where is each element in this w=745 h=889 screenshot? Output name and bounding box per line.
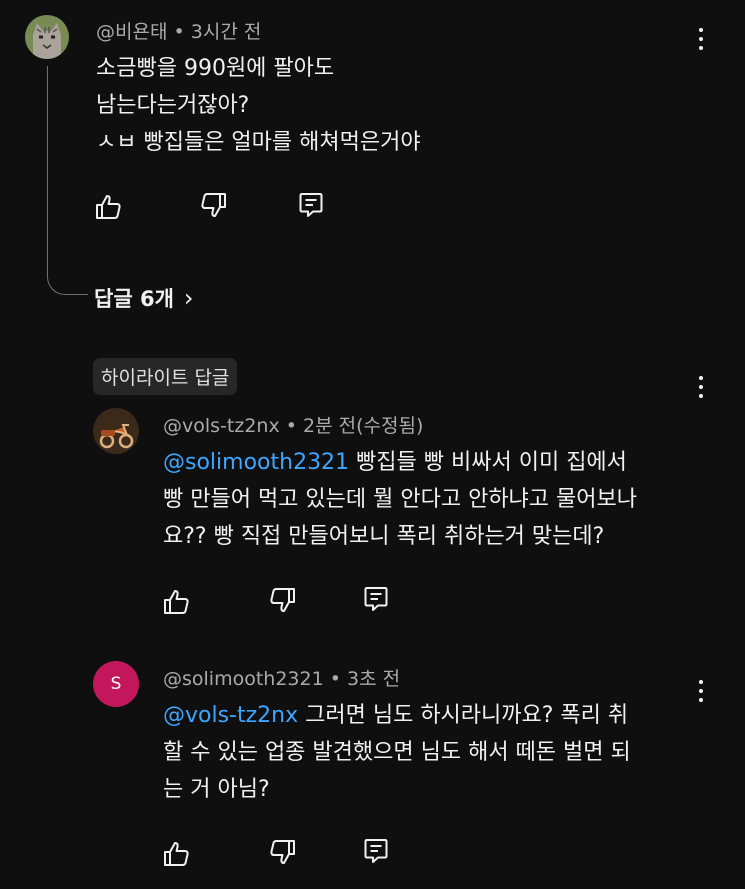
more-vert-dot <box>699 385 703 389</box>
reply-time[interactable]: 3초 전 <box>347 668 400 690</box>
thumbs-up-icon <box>161 587 191 617</box>
dislike-button[interactable] <box>199 190 229 220</box>
thumbs-up-icon <box>93 192 123 222</box>
reply-author[interactable]: @solimooth2321 <box>163 668 324 690</box>
like-button[interactable] <box>93 192 123 222</box>
comment-author[interactable]: @비욘태 <box>96 21 167 43</box>
meta-separator: • <box>285 415 303 437</box>
replies-count-label: 답글 6개 <box>94 287 174 311</box>
more-vert-icon <box>699 376 703 380</box>
thumbs-down-icon <box>268 837 298 867</box>
reply-more-button[interactable] <box>691 677 711 705</box>
comment-icon <box>361 584 391 614</box>
like-button[interactable] <box>161 839 191 869</box>
thumbs-up-icon <box>161 839 191 869</box>
comment-line: 소금빵을 990원에 팔아도 <box>96 56 335 81</box>
thumbs-down-icon <box>199 190 229 220</box>
thumbs-down-icon <box>268 585 298 615</box>
comment-icon <box>296 190 326 220</box>
reply-line: @solimooth2321 빵집들 빵 비싸서 이미 집에서 <box>163 444 637 481</box>
highlighted-reply-badge: 하이라이트 답글 <box>93 358 238 395</box>
mention-link[interactable]: @solimooth2321 <box>163 450 349 475</box>
more-vert-dot <box>699 37 703 41</box>
reply-author[interactable]: @vols-tz2nx <box>163 415 280 437</box>
comment-line: 남는다는거잖아? <box>96 93 250 118</box>
reply-text: @solimooth2321 빵집들 빵 비싸서 이미 집에서 빵 만들어 먹고… <box>163 444 637 555</box>
avatar[interactable] <box>93 408 139 454</box>
comment-line: ㅅㅂ 빵집들은 얼마를 해쳐먹은거야 <box>96 130 421 155</box>
comment-text: 소금빵을 990원에 팔아도 남는다는거잖아? ㅅㅂ 빵집들은 얼마를 해쳐먹은… <box>96 50 421 161</box>
dislike-button[interactable] <box>268 837 298 867</box>
more-vert-icon <box>699 680 703 684</box>
dislike-button[interactable] <box>268 585 298 615</box>
reply-text: @vols-tz2nx 그러면 님도 하시라니까요? 폭리 취 할 수 있는 업… <box>163 697 631 808</box>
meta-separator: • <box>329 668 347 690</box>
more-vert-dot <box>699 394 703 398</box>
reply-button[interactable] <box>361 836 391 866</box>
scooter-avatar-image <box>93 408 139 454</box>
reply-line: 빵 만들어 먹고 있는데 뭘 안다고 안하냐고 물어보나 <box>163 487 637 512</box>
comment-more-button[interactable] <box>691 25 711 53</box>
replies-toggle-button[interactable]: 답글 6개 › <box>94 283 194 313</box>
reply-line: 할 수 있는 업종 발견했으면 님도 해서 떼돈 벌면 되 <box>163 740 631 765</box>
more-vert-icon <box>699 28 703 32</box>
meta-separator: • <box>173 21 191 43</box>
reply-line-text: 빵집들 빵 비싸서 이미 집에서 <box>349 450 627 475</box>
reply-more-button[interactable] <box>691 373 711 401</box>
cat-avatar-image <box>25 15 69 59</box>
avatar[interactable]: S <box>93 661 139 707</box>
reply-button[interactable] <box>361 584 391 614</box>
reply-line: 는 거 아님? <box>163 777 270 802</box>
reply-button[interactable] <box>296 190 326 220</box>
reply-meta: @vols-tz2nx • 2분 전(수정됨) <box>163 411 423 438</box>
comment-icon <box>361 836 391 866</box>
reply-time[interactable]: 2분 전(수정됨) <box>303 415 423 437</box>
more-vert-dot <box>699 46 703 50</box>
reply-line-text: 그러면 님도 하시라니까요? 폭리 취 <box>298 703 629 728</box>
reply-meta: @solimooth2321 • 3초 전 <box>163 664 400 691</box>
comment-time[interactable]: 3시간 전 <box>191 21 262 43</box>
like-button[interactable] <box>161 587 191 617</box>
more-vert-dot <box>699 698 703 702</box>
chevron-right-icon: › <box>183 284 194 312</box>
thread-line <box>47 66 88 295</box>
reply-line: @vols-tz2nx 그러면 님도 하시라니까요? 폭리 취 <box>163 697 631 734</box>
more-vert-dot <box>699 689 703 693</box>
avatar[interactable] <box>25 15 69 59</box>
comment-meta: @비욘태 • 3시간 전 <box>96 17 261 44</box>
reply-line: 요?? 빵 직접 만들어보니 폭리 취하는거 맞는데? <box>163 524 605 549</box>
mention-link[interactable]: @vols-tz2nx <box>163 703 298 728</box>
